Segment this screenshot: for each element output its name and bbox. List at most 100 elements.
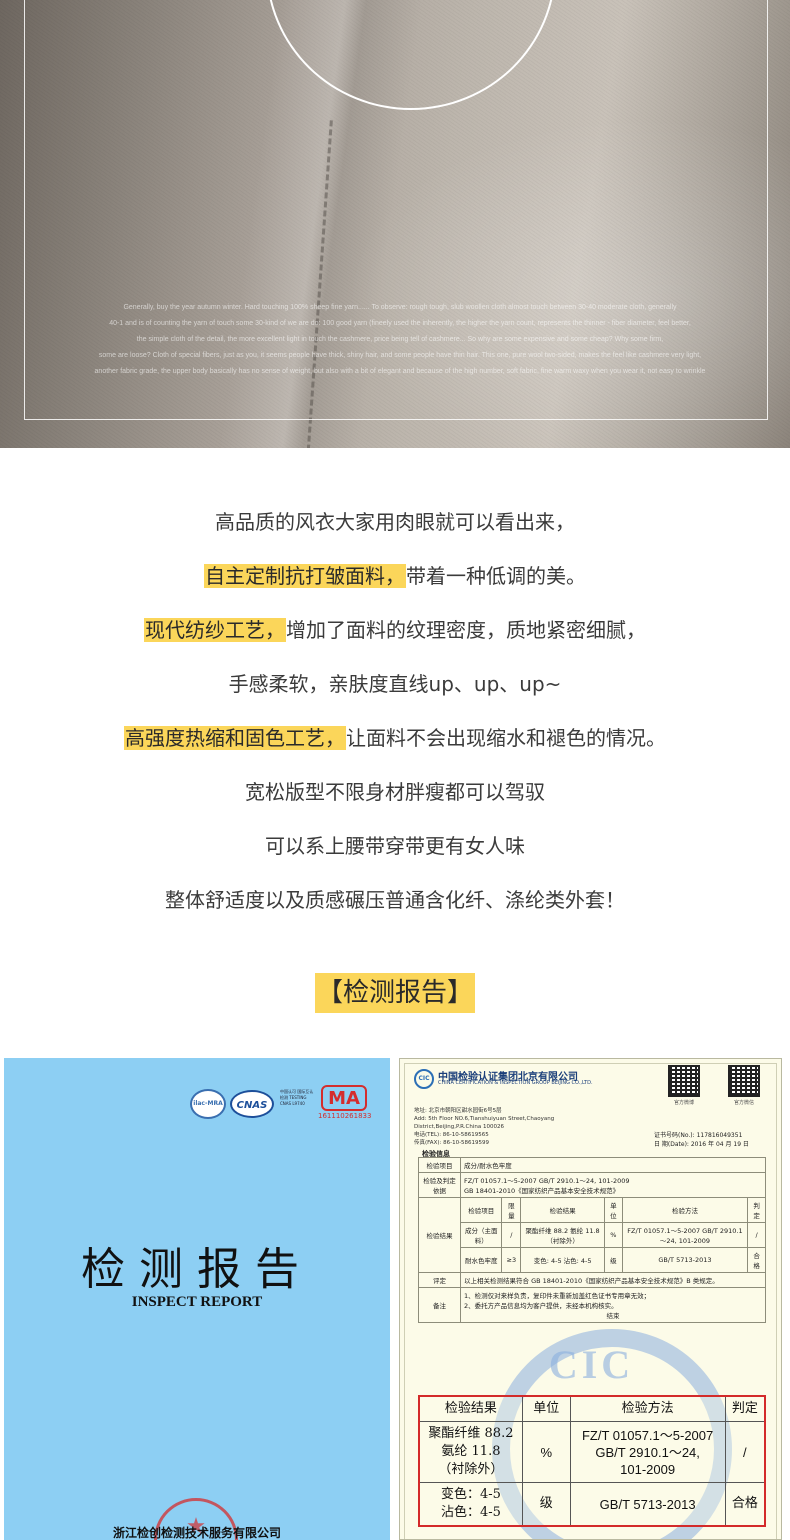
address-line: 传真(FAX): 86-10-58619599	[414, 1140, 490, 1146]
table-header: 检验方法	[621, 1197, 749, 1223]
table-cell: 检验项目	[418, 1157, 461, 1173]
table-cell: 检验结果	[418, 1197, 461, 1273]
table-header: 单位	[521, 1395, 571, 1422]
description-line: 可以系上腰带穿带更有女人味	[0, 819, 790, 873]
table-row: 评定 以上相关检测结果符合 GB 18401-2010《国家纺织产品基本安全技术…	[418, 1272, 766, 1288]
description-line: 宽松版型不限身材胖瘦都可以驾驭	[0, 765, 790, 819]
zoomed-results-table: 检验结果 单位 检验方法 判定 聚酯纤维 88.2 氨纶 11.8 （衬除外） …	[418, 1395, 766, 1527]
table-cell: %	[603, 1222, 623, 1248]
certificate-table: 检验项目 成分/耐水色牢度 检验及判定依据 FZ/T 01057.1～5-200…	[418, 1157, 766, 1323]
table-cell: 级	[521, 1482, 571, 1527]
line-text: 带着一种低调的美。	[406, 564, 586, 588]
accreditation-logos: ilac-MRA CNAS 中国认可 国际互认 检测 TESTING CNAS …	[190, 1085, 380, 1123]
table-cell: 耐水色牢度	[459, 1247, 503, 1273]
table-cell: 检验及判定依据	[418, 1172, 461, 1198]
line-text: 可以系上腰带穿带更有女人味	[265, 834, 525, 858]
caption-line: Generally, buy the year autumn winter. H…	[123, 304, 677, 311]
section-title-text: 【检测报告】	[314, 973, 475, 1013]
table-cell: 备注	[418, 1287, 461, 1323]
table-cell: 成分/耐水色牢度	[460, 1157, 766, 1173]
method-line: 101-2009	[620, 1461, 676, 1477]
caption-line: another fabric grade, the upper body bas…	[94, 368, 706, 375]
table-header: 检验结果	[418, 1395, 523, 1422]
result-line: （衬除外）	[438, 1462, 504, 1477]
test-certificate: CIC CIC 中国检验认证集团北京有限公司 CHINA CERTIFICATI…	[399, 1058, 782, 1540]
method-line: FZ/T 01057.1～5-2007	[581, 1427, 714, 1443]
address-line: District,Beijing,P.R.China 100026	[414, 1124, 505, 1130]
table-header: 判定	[747, 1197, 766, 1223]
basis-line: GB 18401-2010《国家纺织产品基本安全技术规范》	[464, 1187, 620, 1195]
cma-number: 161110261833	[318, 1112, 372, 1120]
line-text: 高品质的风衣大家用肉眼就可以看出来，	[215, 510, 575, 534]
cma-logo-icon: MA 161110261833	[318, 1085, 372, 1121]
table-header: 限量	[501, 1197, 522, 1223]
cic-logo-icon: CIC	[414, 1069, 434, 1089]
table-cell: FZ/T 01057.1～5-2007 GB/T 2910.1～24, 101-…	[460, 1172, 766, 1198]
line-text: 手感柔软，亲肤度直线up、up、up~	[228, 672, 562, 696]
cma-mark: MA	[321, 1085, 367, 1111]
qr-label: 官方微信	[733, 1100, 754, 1106]
report-cover: ilac-MRA CNAS 中国认可 国际互认 检测 TESTING CNAS …	[4, 1058, 390, 1540]
table-cell: 合格	[724, 1482, 766, 1527]
end-line: 结束	[606, 1312, 620, 1320]
description-line: 高品质的风衣大家用肉眼就可以看出来，	[0, 495, 790, 549]
certificate-org-en: CHINA CERTIFICATION & INSPECTION GROUP B…	[438, 1080, 593, 1086]
description-line: 现代纺纱工艺，增加了面料的纹理密度，质地紧密细腻，	[0, 603, 790, 657]
table-row: 检验结果 单位 检验方法 判定	[418, 1395, 766, 1422]
table-cell: 级	[603, 1247, 623, 1273]
table-row: 聚酯纤维 88.2 氨纶 11.8 （衬除外） % FZ/T 01057.1～5…	[418, 1421, 766, 1483]
table-cell: %	[521, 1421, 571, 1483]
cnas-logo-icon: CNAS	[230, 1090, 274, 1118]
cover-title: 检测报告	[81, 1244, 313, 1295]
result-line: 聚酯纤维 88.2	[428, 1426, 514, 1441]
qr-label: 官方微博	[673, 1100, 694, 1106]
address-line: 电话(TEL): 86-10-58619565	[414, 1132, 489, 1138]
table-row: 备注 1、检测仅对来样负责，复印件未重新加盖红色证书专用章无效； 2、委托方产品…	[418, 1287, 766, 1323]
table-header: 检验项目	[459, 1197, 503, 1223]
qr-code-icon	[668, 1065, 700, 1097]
address-line: Add: 5th Floor NO.6,Tianshuiyuan Street,…	[414, 1116, 555, 1122]
caption-line: some are loose? Cloth of special fibers,…	[98, 352, 702, 359]
table-cell: 变色：4-5 沾色：4-5	[418, 1482, 523, 1527]
description-line: 手感柔软，亲肤度直线up、up、up~	[0, 657, 790, 711]
caption-line: 40-1 and is of counting the yarn of touc…	[109, 320, 691, 327]
table-cell: 聚酯纤维 88.2 氨纶 11.8 （衬除外）	[520, 1222, 605, 1248]
note-line: 2、委托方产品信息均为客户提供，未经本机构核实。	[464, 1302, 618, 1310]
cnas-logo-text: 中国认可 国际互认 检测 TESTING CNAS L9740	[280, 1089, 314, 1106]
description-line: 自主定制抗打皱面料，带着一种低调的美。	[0, 549, 790, 603]
ilac-logo-icon: ilac-MRA	[190, 1089, 226, 1119]
table-cell: 合格	[747, 1247, 766, 1273]
description-line: 高强度热缩和固色工艺，让面料不会出现缩水和褪色的情况。	[0, 711, 790, 765]
table-header: 检验方法	[569, 1395, 726, 1422]
table-row: 耐水色牢度 ≥3 变色: 4-5 沾色: 4-5 级 GB/T 5713-201…	[419, 1247, 766, 1273]
table-cell: 以上相关检测结果符合 GB 18401-2010《国家纺织产品基本安全技术规范》…	[460, 1272, 766, 1288]
result-line: 沾色：4-5	[440, 1505, 501, 1520]
fabric-photo: Generally, buy the year autumn winter. H…	[0, 0, 790, 448]
table-cell: 评定	[418, 1272, 461, 1288]
table-header: 检验结果	[520, 1197, 605, 1223]
cert-no-line: 证书号码(No.): 117816049351	[654, 1132, 743, 1139]
cert-date-line: 日 期(Date): 2016 年 04 月 19 日	[654, 1141, 749, 1148]
table-cell: 变色: 4-5 沾色: 4-5	[520, 1247, 605, 1273]
caption-line: the simple cloth of the detail, the more…	[136, 336, 664, 343]
line-text: 整体舒适度以及质感碾压普通含化纤、涤纶类外套！	[165, 888, 625, 912]
table-cell: /	[724, 1421, 766, 1483]
address-line: 地址: 北京市朝阳区甜水园街6号5层	[414, 1108, 502, 1114]
photo-caption: Generally, buy the year autumn winter. H…	[60, 300, 740, 380]
description-line: 整体舒适度以及质感碾压普通含化纤、涤纶类外套！	[0, 873, 790, 927]
highlight-text: 现代纺纱工艺，	[144, 618, 286, 642]
table-cell: /	[747, 1222, 766, 1248]
qr-code-icon	[728, 1065, 760, 1097]
highlight-text: 高强度热缩和固色工艺，	[124, 726, 346, 750]
table-cell: ≥3	[501, 1247, 522, 1273]
description-lines: 高品质的风衣大家用肉眼就可以看出来， 自主定制抗打皱面料，带着一种低调的美。 现…	[0, 495, 790, 927]
certificate-number: 证书号码(No.): 117816049351 日 期(Date): 2016 …	[654, 1131, 749, 1149]
section-title: 【检测报告】	[0, 973, 790, 1013]
cover-company: 浙江检创检测技术服务有限公司	[112, 1526, 281, 1540]
line-text: 增加了面料的纹理密度，质地紧密细腻，	[286, 618, 646, 642]
table-cell: /	[501, 1222, 522, 1248]
cic-watermark: CIC	[548, 1342, 635, 1387]
basis-line: FZ/T 01057.1～5-2007 GB/T 2910.1～24, 101-…	[464, 1177, 630, 1185]
table-header: 判定	[724, 1395, 766, 1422]
table-cell: FZ/T 01057.1～5-2007 GB/T 2910.1～24, 101-…	[621, 1222, 749, 1248]
